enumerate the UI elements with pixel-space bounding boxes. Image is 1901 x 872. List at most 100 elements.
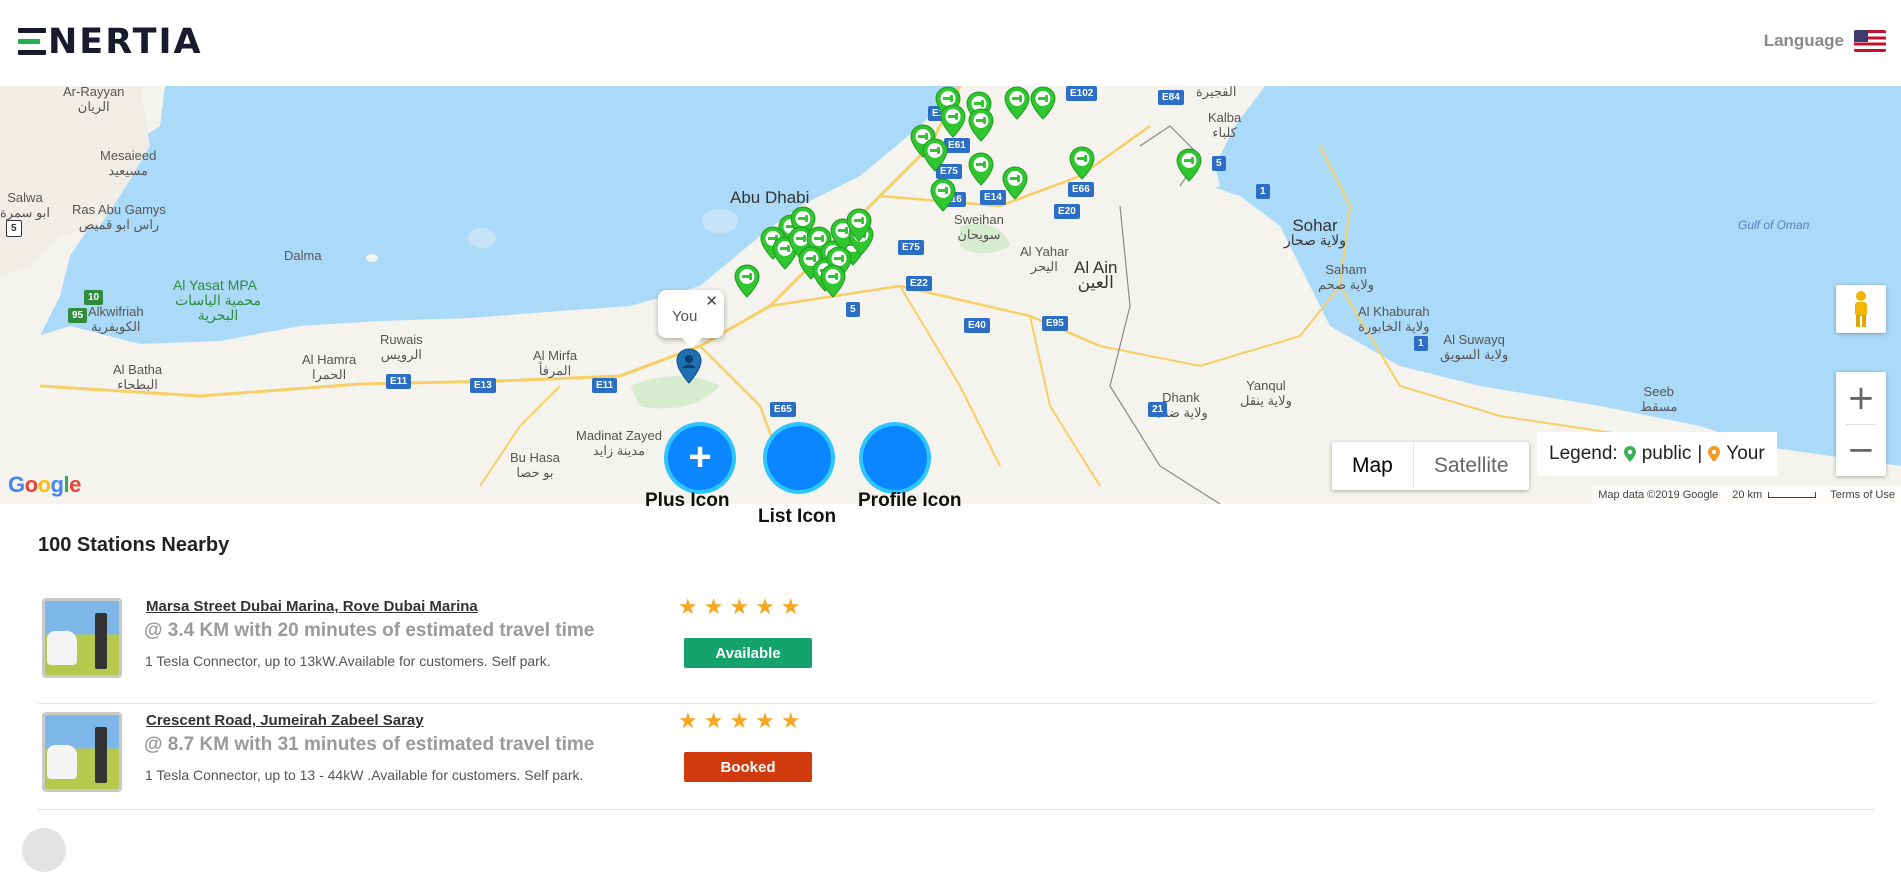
road-shield: 5 [6, 220, 22, 237]
language-label: Language [1763, 31, 1844, 50]
charging-station-pin-icon[interactable] [846, 208, 872, 242]
language-selector[interactable]: Language [1764, 30, 1886, 52]
map-label-al-suwayq: Al Suwayq ولاية السويق [1440, 332, 1509, 362]
zoom-out-button[interactable]: − [1836, 424, 1886, 476]
road-shield: E40 [964, 318, 990, 333]
map-label-madinat-zayed: Madinat Zayed مدينة زايد [576, 428, 662, 458]
profile-button[interactable] [863, 426, 927, 490]
map-label-al-khaburah: Al Khaburah ولاية الخابورة [1358, 304, 1430, 334]
road-shield: 1 [1256, 184, 1270, 199]
user-location-pin-icon[interactable] [676, 348, 702, 389]
road-shield: E22 [906, 276, 932, 291]
road-shield: E75 [898, 240, 924, 255]
google-logo[interactable]: Google [8, 472, 81, 498]
map-type-satellite-button[interactable]: Satellite [1414, 442, 1529, 490]
status-badge: Booked [684, 752, 812, 782]
list-icon-label: List Icon [758, 506, 837, 527]
charging-station-pin-icon[interactable] [940, 104, 966, 138]
map-label-mesaieed: Mesaieed مسيعيد [100, 148, 157, 178]
logo-e-mark [18, 26, 46, 58]
enertia-logo[interactable]: NERTIA [18, 22, 203, 62]
public-pin-icon [1623, 446, 1636, 462]
station-name-link[interactable]: Crescent Road, Jumeirah Zabeel Saray [146, 712, 424, 729]
road-shield: E11 [592, 378, 618, 393]
map-view[interactable]: Ar-Rayyan الريان Mesaieed مسيعيد Salwa ابو … [0, 86, 1901, 504]
map-label-al-batha: Al Batha البطحاء [113, 362, 163, 392]
station-thumbnail [42, 598, 122, 678]
legend-your-label: Your [1726, 443, 1765, 464]
station-name-link[interactable]: Marsa Street Dubai Marina, Rove Dubai Ma… [146, 598, 478, 615]
map-label-yanqul: Yanqul ولاية ينقل [1240, 378, 1292, 408]
map-label-al-yahar: Al Yahar اليحر [1020, 244, 1069, 274]
map-attribution: Map data ©2019 Google 20 km Terms of Use [1592, 486, 1901, 504]
road-shield: E95 [1042, 316, 1068, 331]
map-label-al-yasat: Al Yasat MPA محمية الياسات البحرية [172, 277, 262, 323]
map-type-map-button[interactable]: Map [1332, 442, 1414, 490]
close-icon[interactable]: ✕ [705, 292, 718, 310]
road-shield: 5 [846, 302, 860, 317]
charging-station-pin-icon[interactable] [1069, 146, 1095, 180]
street-view-pegman-icon[interactable] [1836, 285, 1886, 333]
charging-station-pin-icon[interactable] [820, 264, 846, 298]
map-label-dalma: Dalma [284, 248, 322, 263]
road-shield: 21 [1148, 402, 1168, 417]
charging-station-pin-icon[interactable] [922, 138, 948, 172]
map-label-gulf-of-oman: Gulf of Oman [1738, 218, 1810, 232]
map-label-alkwifriah: Alkwifriah الكويفرية [88, 304, 144, 334]
star-rating-icons: ★★★★★ [678, 594, 807, 619]
road-shield: E11 [386, 374, 412, 389]
status-badge: Available [684, 638, 812, 668]
road-shield: 5 [1212, 156, 1226, 171]
scale-indicator[interactable]: 20 km [1732, 489, 1817, 501]
station-distance: @ 3.4 KM with 20 minutes of estimated tr… [144, 620, 595, 641]
stations-count-title: 100 Stations Nearby [38, 534, 230, 556]
road-shield: E65 [770, 402, 796, 417]
plus-button[interactable]: + [668, 426, 732, 490]
road-shield: E84 [1158, 90, 1184, 105]
road-shield: E102 [1066, 86, 1098, 101]
charging-station-pin-icon[interactable] [930, 178, 956, 212]
station-list-item[interactable]: Marsa Street Dubai Marina, Rove Dubai Ma… [38, 590, 1874, 704]
charging-station-pin-icon[interactable] [1004, 86, 1030, 120]
zoom-in-button[interactable]: + [1836, 372, 1886, 424]
road-shield: 1 [1414, 336, 1428, 351]
road-shield: E20 [1054, 204, 1080, 219]
charging-station-pin-icon[interactable] [734, 264, 760, 298]
station-thumbnail [42, 712, 122, 792]
us-flag-icon[interactable] [1854, 30, 1886, 52]
map-label-sweihan: Sweihan سويحان [954, 212, 1004, 242]
legend-prefix: Legend: [1549, 443, 1618, 464]
map-label-abu-dhabi: Abu Dhabi [730, 188, 810, 207]
star-rating-icons: ★★★★★ [678, 708, 807, 733]
map-legend: Legend: public | Your [1537, 432, 1777, 476]
map-type-control: Map Satellite [1332, 442, 1529, 490]
station-distance: @ 8.7 KM with 31 minutes of estimated tr… [144, 734, 595, 755]
your-pin-icon [1708, 446, 1721, 462]
map-label-kalba: Kalba كلباء [1208, 110, 1242, 140]
road-shield: 10 [84, 290, 104, 305]
you-info-window[interactable]: You ✕ [658, 290, 724, 348]
list-button[interactable] [767, 426, 831, 490]
logo-text: NERTIA [48, 22, 203, 62]
charging-station-pin-icon[interactable] [1030, 86, 1056, 120]
map-label-sohar: Sohar ولاية صحار [1284, 216, 1346, 248]
map-label-al-mirfa: Al Mirfa المرفأ [533, 348, 578, 378]
charging-station-pin-icon[interactable] [1176, 148, 1202, 182]
road-shield: E66 [1068, 182, 1094, 197]
you-label: You [672, 308, 698, 325]
map-label-fujairah: الفجيرة [1196, 86, 1237, 99]
map-label-bu-hasa: Bu Hasa بو حصا [510, 450, 560, 480]
charging-station-pin-icon[interactable] [1002, 166, 1028, 200]
road-shield: E13 [470, 378, 496, 393]
terms-link[interactable]: Terms of Use [1830, 489, 1895, 501]
station-list-item[interactable]: Crescent Road, Jumeirah Zabeel Saray @ 8… [38, 704, 1874, 810]
zoom-control: + − [1836, 372, 1886, 476]
next-item-avatar [22, 828, 66, 872]
profile-icon-label: Profile Icon [858, 490, 962, 511]
station-description: 1 Tesla Connector, up to 13kW.Available … [145, 653, 551, 669]
map-data-text[interactable]: Map data ©2019 Google [1598, 489, 1718, 501]
map-label-ruwais: Ruwais الرويس [380, 332, 423, 362]
charging-station-pin-icon[interactable] [968, 108, 994, 142]
map-label-ar-rayyan: Ar-Rayyan الريان [63, 86, 125, 114]
charging-station-pin-icon[interactable] [968, 152, 994, 186]
